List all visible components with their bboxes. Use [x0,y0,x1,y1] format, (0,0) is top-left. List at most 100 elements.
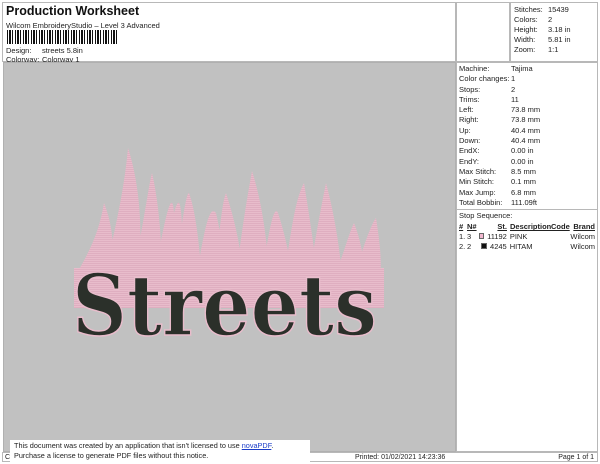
info-label: EndY: [459,156,480,166]
info-label: Color changes: [459,74,510,84]
info-row: Color changes: 1 [457,74,597,84]
thread-brand: Wilcom [570,241,595,251]
stat-label: Colors: [514,15,538,24]
stop-sequence-title: Stop Sequence: [459,211,513,221]
info-list: Machine: Tajima Color changes: 1 Stops: 2 Trim… [457,64,597,208]
col-brand: Brand [573,222,595,232]
info-value: 6.8 mm [511,187,537,197]
printed-date: Printed: 01/02/2021 14:23:36 [355,454,446,461]
info-value: 73.8 mm [511,115,541,125]
stat-zoom: Zoom: 1:1 [511,45,597,55]
license-notice: This document was created by an applicat… [10,440,310,462]
info-label: Right: [459,115,479,125]
info-row: EndY: 0.00 in [457,157,597,167]
info-row: EndX: 0.00 in [457,146,597,156]
header-blank-cell [456,2,510,62]
info-value: 0.00 in [511,156,534,166]
page-number: Page 1 of 1 [558,454,594,461]
info-row: Stops: 2 [457,85,597,95]
machine-info-panel: Machine: Tajima Color changes: 1 Stops: 2 Trim… [456,62,598,452]
stat-label: Zoom: [514,45,536,54]
info-label: Up: [459,125,471,135]
design-label: Design: [6,46,32,55]
info-value: 40.4 mm [511,125,541,135]
info-label: Down: [459,136,481,146]
info-label: Max Stitch: [459,166,497,176]
info-label: Min Stitch: [459,177,495,187]
info-label: Left: [459,105,474,115]
novapdf-link[interactable]: novaPDF [242,441,272,450]
info-row: Down: 40.4 mm [457,136,597,146]
stop-row: 1. 3 11192 PINK Wilcom [459,231,595,241]
stop-index: 1. [459,231,466,241]
info-value: 2 [511,84,516,94]
col-needle: N# [467,222,477,232]
color-description: PINK [509,231,528,241]
design-value: streets 5.8in [42,46,83,55]
info-value: Tajima [511,64,533,73]
color-description: HITAM [509,241,533,251]
info-row: Trims: 11 [457,95,597,105]
stat-label: Width: [514,35,536,44]
info-row: Total Bobbin: 111.09ft [457,198,597,208]
color-swatch [481,243,488,250]
stat-value: 5.81 in [548,35,571,44]
stat-value: 1:1 [548,45,559,54]
stop-row: 2. 2 4245 HITAM Wilcom [459,241,595,251]
col-num: # [459,222,464,232]
design-text: Streets [72,256,377,355]
stat-value: 2 [548,15,553,24]
info-row: Left: 73.8 mm [457,105,597,115]
design-row: Design: streets 5.8in [6,46,83,55]
app-subtitle: Wilcom EmbroideryStudio – Level 3 Advanc… [6,21,160,30]
stop-sequence-header: # N# St. Description Code Brand [459,222,595,231]
info-row: Up: 40.4 mm [457,126,597,136]
info-value: 40.4 mm [511,136,541,146]
stop-index: 2. [459,241,466,251]
info-label: Machine: [459,64,490,73]
stats-panel: Stitches: 15439 Colors: 2 Height: 3.18 in W… [510,2,598,62]
design-preview: Streets [3,62,456,452]
thread-brand: Wilcom [570,231,595,241]
info-label: Trims: [459,94,480,104]
info-row: Min Stitch: 0.1 mm [457,177,597,187]
col-description: Description [510,222,552,232]
barcode [7,30,119,44]
needle-number: 2 [466,241,472,251]
info-row: Right: 73.8 mm [457,115,597,125]
notice-line2: Purchase a license to generate PDF files… [14,451,209,460]
stat-value: 3.18 in [548,25,571,34]
info-value: 73.8 mm [511,105,541,115]
stat-colors: Colors: 2 [511,15,597,25]
info-value: 0.00 in [511,146,534,156]
color-swatch [478,233,485,240]
stat-value: 15439 [548,5,569,14]
notice-period: . [271,441,274,450]
stat-height: Height: 3.18 in [511,25,597,35]
page-title: Production Worksheet [6,4,140,18]
stitch-count: 4245 [490,241,507,251]
info-label: Stops: [459,84,481,94]
info-row: Max Jump: 6.8 mm [457,188,597,198]
info-value: 111.09ft [511,197,537,207]
col-stitches: St. [497,222,507,232]
stat-width: Width: 5.81 in [511,35,597,45]
needle-number: 3 [466,231,472,241]
stat-label: Height: [514,25,538,34]
info-value: 11 [511,94,519,104]
info-row: Max Stitch: 8.5 mm [457,167,597,177]
info-label: Max Jump: [459,187,496,197]
info-row: Machine: Tajima [457,64,597,74]
info-label: EndX: [459,146,480,156]
stat-label: Stitches: [514,5,543,14]
info-value: 0.1 mm [511,177,537,187]
design-artwork: Streets [71,148,384,356]
info-value: 1 [511,74,516,84]
info-label: Total Bobbin: [459,197,503,207]
info-value: 8.5 mm [511,166,537,176]
stitch-count: 11192 [487,231,507,241]
stop-sequence: Stop Sequence: # N# St. Description Code… [457,209,597,252]
notice-line1: This document was created by an applicat… [14,441,242,450]
worksheet-header: Production Worksheet Wilcom EmbroiderySt… [2,2,456,64]
stat-stitches: Stitches: 15439 [511,5,597,15]
